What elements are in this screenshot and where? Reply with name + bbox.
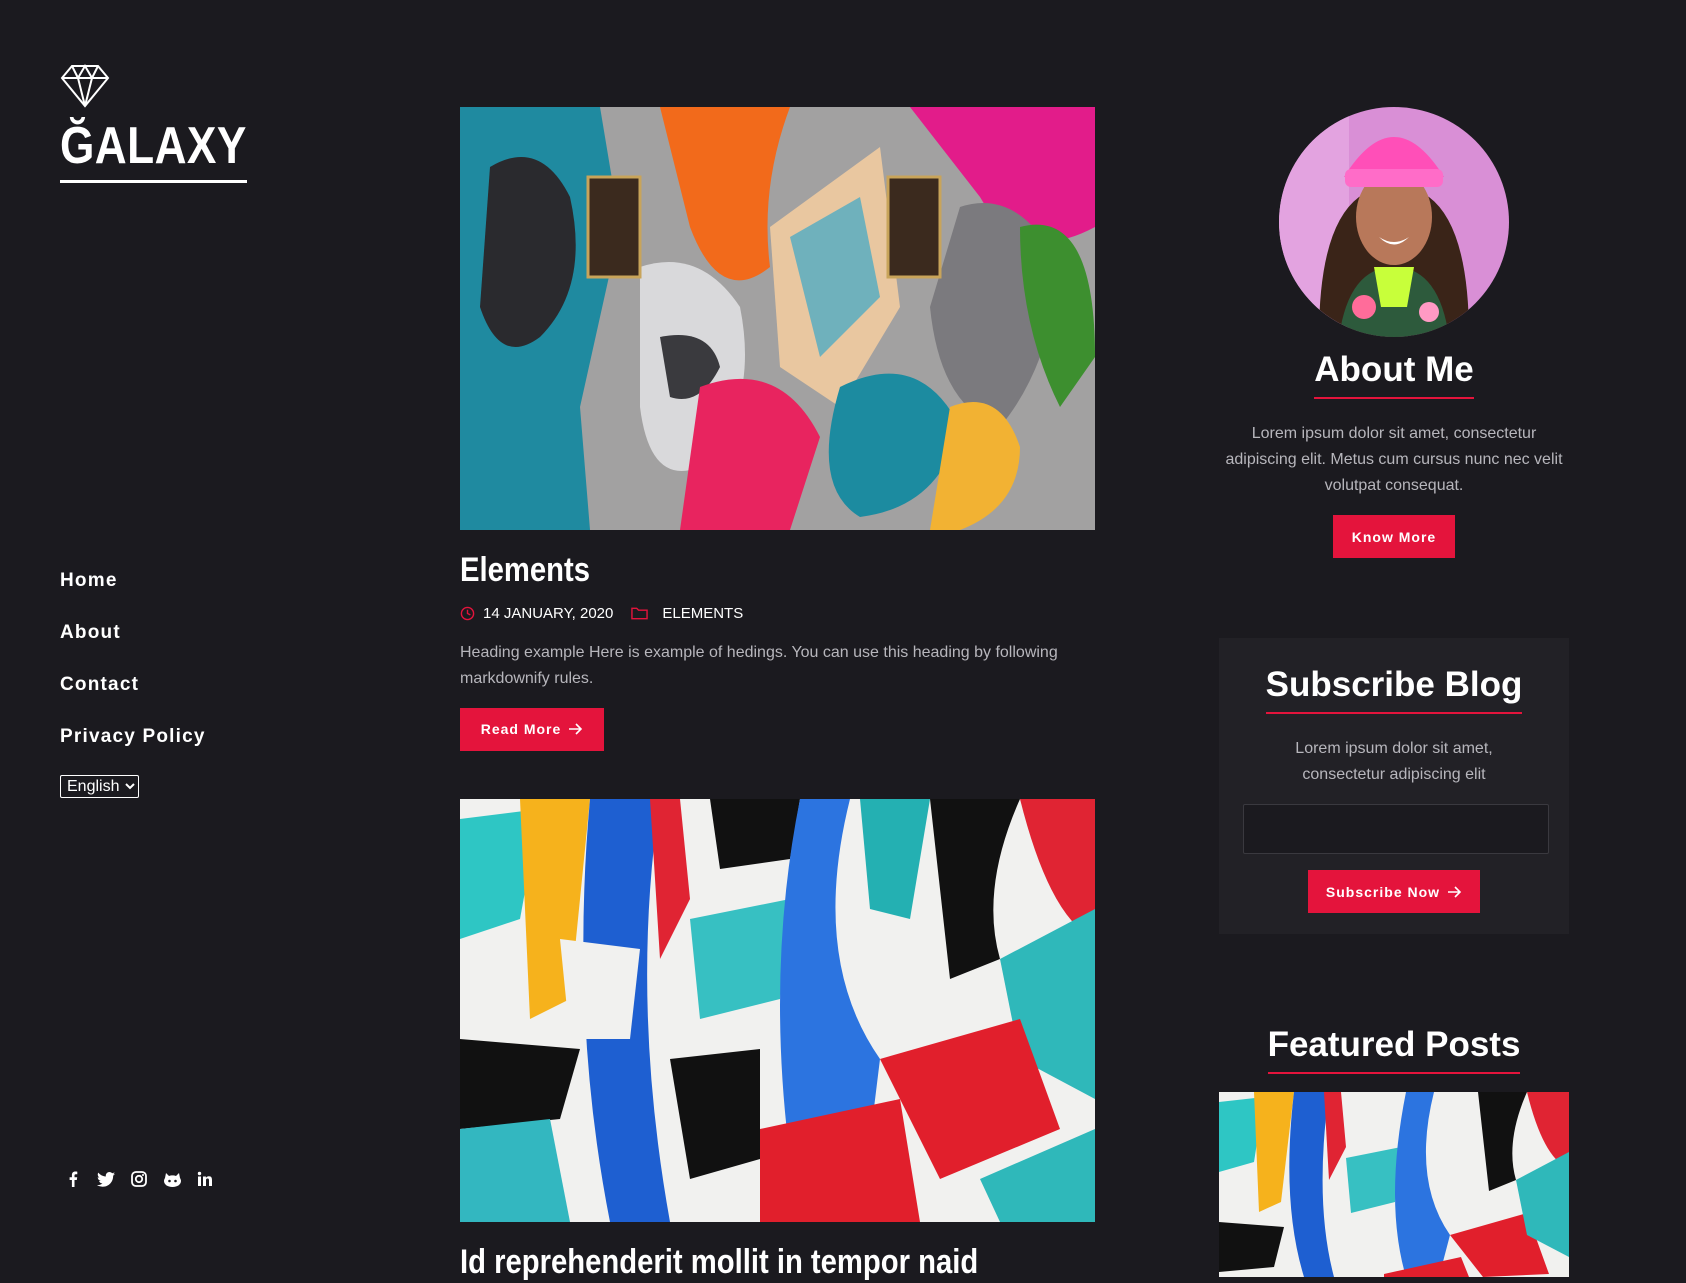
post-title[interactable]: Elements <box>460 550 590 591</box>
nav-item-about[interactable]: About <box>60 622 206 644</box>
email-field[interactable] <box>1243 804 1549 854</box>
brand-name: ĞALAXY <box>60 120 247 183</box>
subscribe-title: Subscribe Blog <box>1265 664 1523 714</box>
nav-item-privacy-policy[interactable]: Privacy Policy <box>60 726 206 748</box>
sidebar: ĞALAXY Home About Contact Privacy Policy… <box>0 0 430 1275</box>
github-icon[interactable] <box>163 1170 181 1188</box>
post-image[interactable] <box>460 798 1095 1222</box>
post-card: Id reprehenderit mollit in tempor naid <box>460 798 1095 1283</box>
avatar <box>1279 107 1509 337</box>
about-widget: About Me Lorem ipsum dolor sit amet, con… <box>1219 107 1569 558</box>
subscribe-text: Lorem ipsum dolor sit amet, consectetur … <box>1295 740 1493 783</box>
social-links <box>64 1170 214 1188</box>
subscribe-button[interactable]: Subscribe Now <box>1308 870 1480 913</box>
post-date: 14 JANUARY, 2020 <box>483 604 614 622</box>
featured-title: Featured Posts <box>1267 1024 1521 1074</box>
post-title[interactable]: Id reprehenderit mollit in tempor naid <box>460 1242 1006 1283</box>
post-excerpt: Heading example Here is example of hedin… <box>460 643 1058 687</box>
subscribe-button-label: Subscribe Now <box>1325 883 1441 900</box>
arrow-right-icon <box>1448 885 1462 898</box>
diamond-icon <box>60 64 110 108</box>
language-select[interactable]: English <box>60 775 139 798</box>
clock-icon <box>460 606 475 621</box>
site-logo[interactable]: ĞALAXY <box>60 64 247 183</box>
post-image[interactable] <box>460 107 1095 530</box>
featured-post-image[interactable] <box>1219 1092 1569 1277</box>
know-more-button[interactable]: Know More <box>1333 515 1455 558</box>
post-list: Elements 14 JANUARY, 2020 ELEMENTS Headi… <box>460 107 1095 1283</box>
read-more-label: Read More <box>480 721 562 738</box>
nav-item-home[interactable]: Home <box>60 570 206 592</box>
facebook-icon[interactable] <box>64 1170 82 1188</box>
main-nav: Home About Contact Privacy Policy <box>60 570 206 778</box>
arrow-right-icon <box>569 723 583 735</box>
right-sidebar: About Me Lorem ipsum dolor sit amet, con… <box>1219 107 1569 1277</box>
post-category-link[interactable]: ELEMENTS <box>662 605 743 622</box>
about-title: About Me <box>1314 349 1474 399</box>
featured-posts-widget: Featured Posts <box>1219 1024 1569 1277</box>
linkedin-icon[interactable] <box>196 1170 214 1188</box>
post-card: Elements 14 JANUARY, 2020 ELEMENTS Headi… <box>460 107 1095 751</box>
subscribe-widget: Subscribe Blog Lorem ipsum dolor sit ame… <box>1219 638 1569 934</box>
about-text: Lorem ipsum dolor sit amet, consectetur … <box>1225 425 1563 494</box>
post-meta: 14 JANUARY, 2020 ELEMENTS <box>460 605 1095 622</box>
nav-item-contact[interactable]: Contact <box>60 674 206 696</box>
read-more-button[interactable]: Read More <box>460 707 604 751</box>
folder-icon <box>631 606 649 620</box>
twitter-icon[interactable] <box>97 1170 115 1188</box>
instagram-icon[interactable] <box>130 1170 148 1188</box>
